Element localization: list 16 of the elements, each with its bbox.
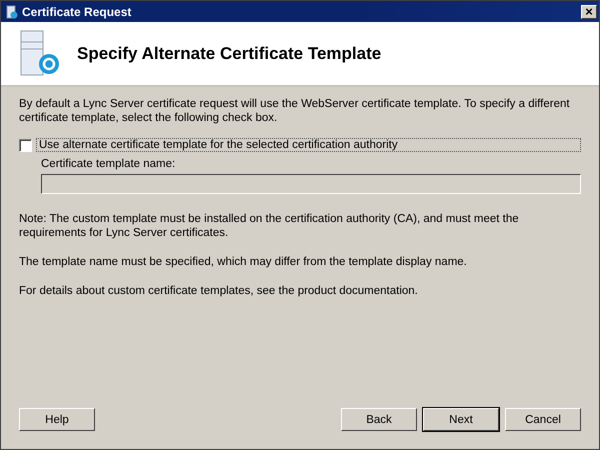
dialog-button[interactable]: Back bbox=[341, 408, 417, 431]
server-icon bbox=[19, 30, 61, 78]
checkbox[interactable] bbox=[19, 138, 32, 152]
note-text: The template name must be specified, which may differ from the template display name. bbox=[19, 255, 468, 269]
note-text: Note: The custom template must be installed on the certification authority (CA), and must meet the requirements for Lync Server certificates. bbox=[19, 212, 520, 240]
intro-text: By default a Lync Server certificate request will use the WebServer certificate template. To specify a different certificate template, select the following check box. bbox=[19, 97, 571, 125]
dialog-button[interactable]: Next bbox=[423, 408, 499, 431]
certificate-icon bbox=[5, 4, 19, 18]
dialog-button[interactable]: Help bbox=[19, 408, 95, 431]
checkbox-label[interactable]: Use alternate certificate template for the selected certification authority bbox=[36, 138, 581, 152]
page-heading: Specify Alternate Certificate Template bbox=[77, 44, 382, 64]
dialog-button[interactable]: Cancel bbox=[505, 408, 581, 431]
field-label: Certificate template name: bbox=[41, 158, 176, 170]
close-button[interactable]: × bbox=[581, 4, 597, 18]
note-text: For details about custom certificate templates, see the product documentation. bbox=[19, 284, 419, 298]
window-title: Certificate Request bbox=[22, 4, 132, 18]
